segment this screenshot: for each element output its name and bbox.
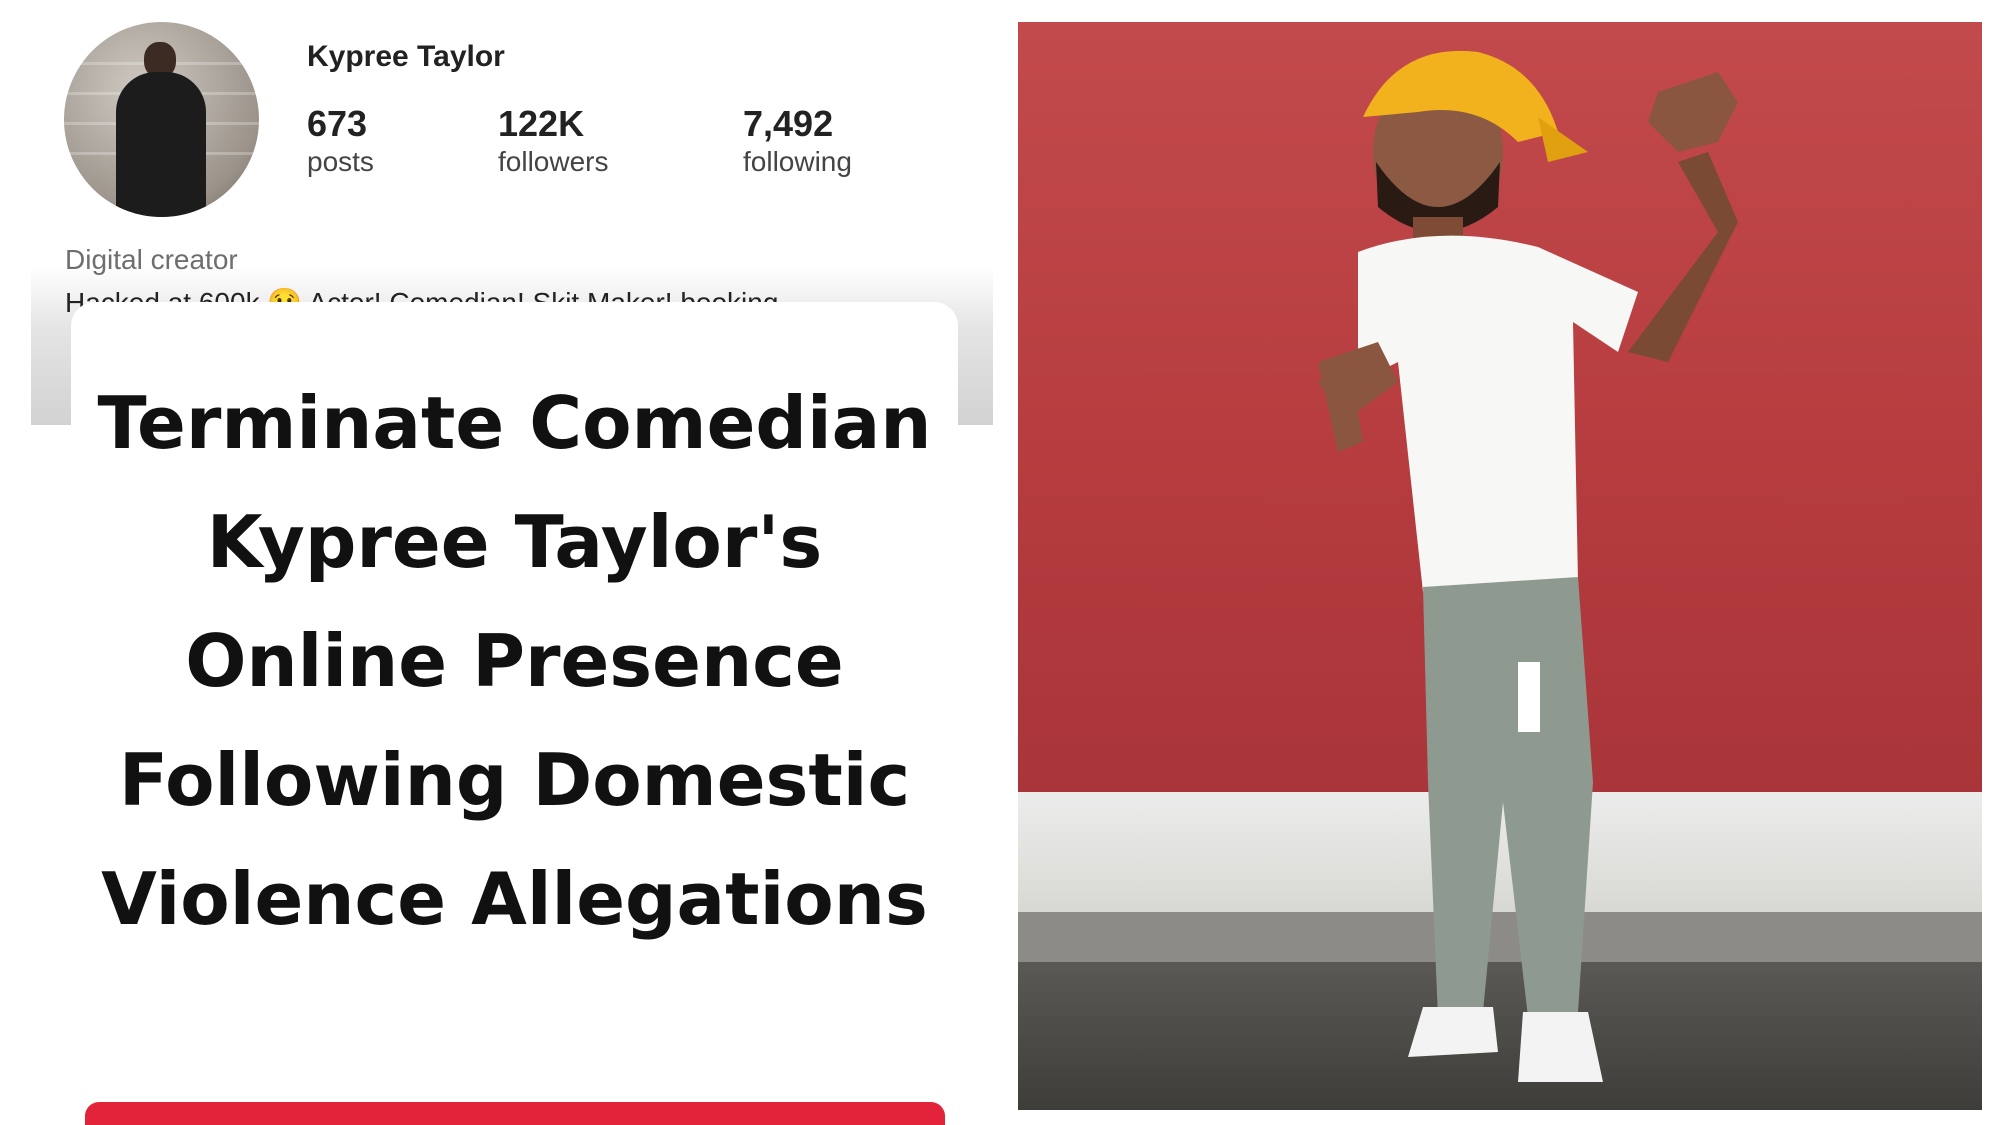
profile-username: Kypree Taylor [307,40,505,73]
stat-posts-label: posts [307,146,374,177]
headline-card: Terminate Comedian Kypree Taylor's Onlin… [71,302,958,1125]
person-figure [1318,50,1738,1082]
stat-posts: 673 posts [307,104,374,180]
photo [1018,22,1982,1110]
avatar [64,22,259,217]
accent-bar [85,1102,945,1125]
stat-followers-value: 122K [498,103,585,144]
stat-followers-label: followers [498,146,609,177]
stat-following: 7,492 following [743,104,852,180]
stat-followers: 122K followers [498,104,608,180]
headline-text: Terminate Comedian Kypree Taylor's Onlin… [97,381,932,941]
avatar-figure-body [116,72,206,217]
stat-following-value: 7,492 [743,103,834,144]
bio-category: Digital creator [65,244,238,275]
stat-following-label: following [743,146,852,177]
stat-posts-value: 673 [307,103,368,144]
